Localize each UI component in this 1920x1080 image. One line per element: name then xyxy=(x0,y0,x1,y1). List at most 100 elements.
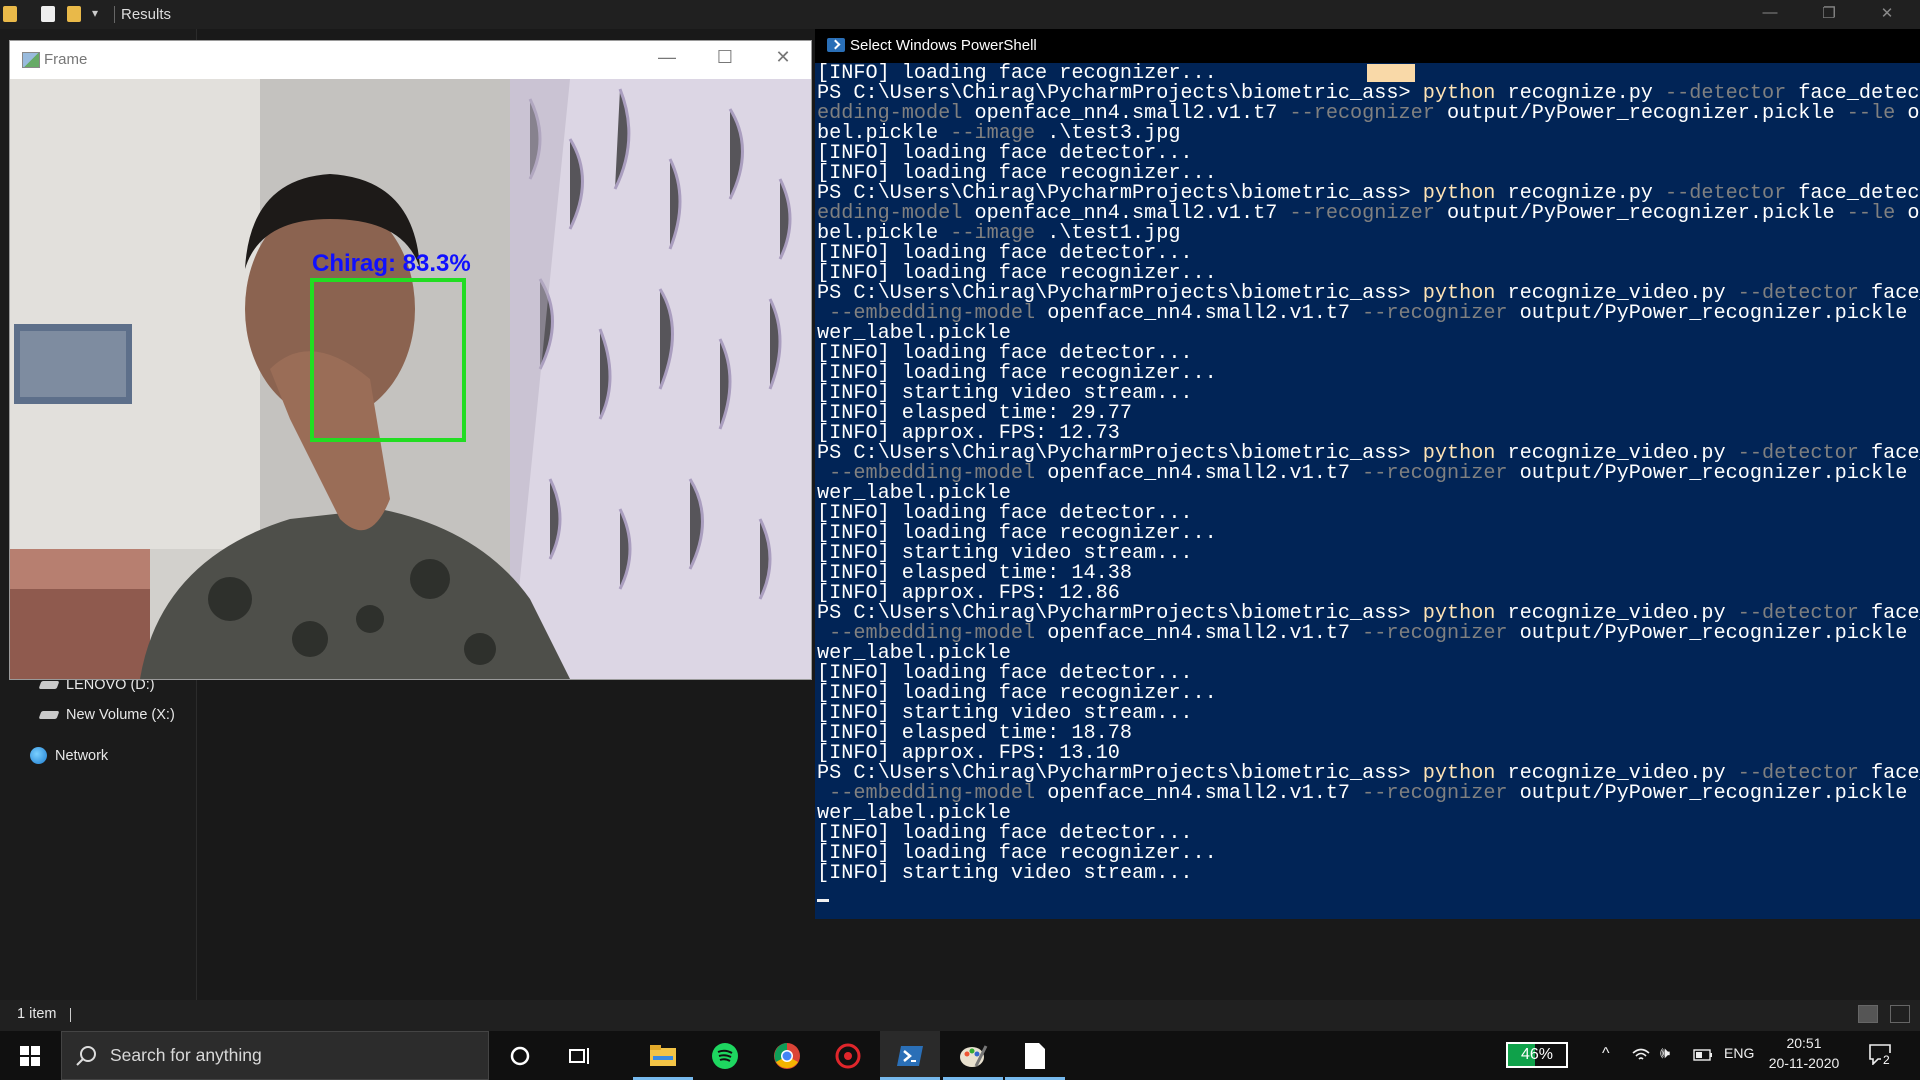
taskbar-powershell[interactable] xyxy=(880,1031,940,1080)
document-icon xyxy=(1025,1042,1045,1069)
console-line: [INFO] starting video stream... xyxy=(817,383,1920,404)
frame-app-icon xyxy=(22,52,40,68)
console-line: [INFO] loading face detector... xyxy=(817,143,1920,164)
console-line: [INFO] loading face detector... xyxy=(817,663,1920,684)
powershell-icon xyxy=(827,38,845,52)
console-line: PS C:\Users\Chirag\PycharmProjects\biome… xyxy=(817,83,1920,104)
explorer-title: Results xyxy=(121,6,172,23)
console-text-segment: openface_nn4.small2.v1.t7 xyxy=(1047,462,1363,485)
console-text-segment: output/PyPower_recognizer.pickle xyxy=(1446,202,1847,225)
powershell-window[interactable]: Select Windows PowerShell [INFO] loading… xyxy=(815,29,1920,919)
start-button[interactable] xyxy=(0,1031,60,1080)
cortana-icon xyxy=(510,1046,530,1065)
console-line: [INFO] elasped time: 18.78 xyxy=(817,723,1920,744)
taskbar-file-explorer[interactable] xyxy=(633,1031,693,1080)
console-text-segment: output/PyPower_recognizer.pickle xyxy=(1519,302,1920,325)
taskbar-notepad[interactable] xyxy=(1005,1031,1065,1080)
new-folder-icon[interactable] xyxy=(67,6,81,22)
console-line: wer_label.pickle xyxy=(817,323,1920,344)
console-line: [INFO] loading face detector... xyxy=(817,823,1920,844)
task-view-button[interactable] xyxy=(550,1031,610,1080)
properties-icon[interactable] xyxy=(41,6,55,22)
console-line: PS C:\Users\Chirag\PycharmProjects\biome… xyxy=(817,603,1920,624)
console-line: PS C:\Users\Chirag\PycharmProjects\biome… xyxy=(817,763,1920,784)
webcam-frame: Chirag: 83.3% xyxy=(10,79,811,679)
frame-titlebar[interactable]: Frame — ☐ ✕ xyxy=(10,41,811,79)
console-text-segment: --recognizer xyxy=(1362,782,1520,805)
language-indicator[interactable]: ENG xyxy=(1724,1045,1754,1061)
console-line: [INFO] approx. FPS: 12.73 xyxy=(817,423,1920,444)
console-line: [INFO] loading face recognizer... xyxy=(817,523,1920,544)
console-line: wer_label.pickle xyxy=(817,643,1920,664)
console-text-segment: --le xyxy=(1846,102,1908,125)
console-text-segment: --le xyxy=(1846,202,1908,225)
close-icon[interactable]: ✕ xyxy=(761,47,805,68)
console-text-segment: output/PyPower_recognizer.pickle xyxy=(1519,462,1920,485)
console-text-segment: --recognizer xyxy=(1362,302,1520,325)
console-line: bel.pickle --image .\test1.jpg xyxy=(817,223,1920,244)
console-cursor xyxy=(817,899,829,902)
cortana-button[interactable] xyxy=(490,1031,550,1080)
nav-item-label: New Volume (X:) xyxy=(66,707,175,723)
quick-access-dropdown-icon[interactable]: ▾ xyxy=(92,6,98,20)
console-line: [INFO] loading face recognizer... xyxy=(817,163,1920,184)
nav-item-new-volume-drive[interactable]: New Volume (X:) xyxy=(38,707,175,723)
console-line: [INFO] loading face detector... xyxy=(817,243,1920,264)
details-view-icon[interactable] xyxy=(1858,1005,1878,1023)
console-text-segment: --recognizer xyxy=(1289,102,1447,125)
maximize-icon[interactable]: ☐ xyxy=(703,47,747,68)
close-icon[interactable]: ✕ xyxy=(1872,4,1902,22)
console-text-segment: output/PyPower_recognizer.pickle xyxy=(1519,782,1920,805)
console-line: bel.pickle --image .\test3.jpg xyxy=(817,123,1920,144)
clock[interactable]: 20:51 20-11-2020 xyxy=(1764,1035,1844,1071)
frame-window[interactable]: Frame — ☐ ✕ Chirag: 83.3% xyxy=(9,40,812,680)
console-text-segment: [INFO] starting video stream... xyxy=(817,862,1193,885)
powershell-title: Select Windows PowerShell xyxy=(850,37,1037,54)
nav-item-label: Network xyxy=(55,747,109,764)
file-explorer-icon xyxy=(650,1044,676,1066)
title-divider xyxy=(114,6,115,23)
action-center-button[interactable]: 2 xyxy=(1866,1041,1896,1071)
large-icons-view-icon[interactable] xyxy=(1890,1005,1910,1023)
console-text-segment: output/PyPower_recognizer.pickle xyxy=(1446,102,1847,125)
minimize-icon[interactable]: — xyxy=(645,47,689,68)
console-line: [INFO] loading face detector... xyxy=(817,503,1920,524)
console-line: [INFO] loading face detector... xyxy=(817,343,1920,364)
search-icon xyxy=(76,1046,96,1066)
minimize-icon[interactable]: — xyxy=(1755,4,1785,21)
webcam-image: Chirag: 83.3% xyxy=(10,79,811,679)
console-line: [INFO] loading face recognizer... xyxy=(817,683,1920,704)
status-divider xyxy=(70,1008,71,1022)
console-line: PS C:\Users\Chirag\PycharmProjects\biome… xyxy=(817,183,1920,204)
console-line: [INFO] loading face recognizer... xyxy=(817,843,1920,864)
powershell-console-output[interactable]: [INFO] loading face recognizer... PS C:\U… xyxy=(817,63,1920,885)
notification-count: 2 xyxy=(1881,1053,1892,1067)
folder-icon[interactable] xyxy=(3,6,17,22)
console-line: [INFO] starting video stream... xyxy=(817,543,1920,564)
drive-icon xyxy=(38,681,60,689)
clock-time: 20:51 xyxy=(1786,1035,1822,1051)
windows-icon xyxy=(20,1045,40,1066)
taskbar-chrome[interactable] xyxy=(757,1031,817,1080)
wifi-icon[interactable] xyxy=(1632,1047,1650,1063)
show-hidden-icons-icon[interactable]: ^ xyxy=(1602,1045,1610,1063)
console-text-segment: ou xyxy=(1907,102,1920,125)
console-line: --embedding-model openface_nn4.small2.v1… xyxy=(817,782,1920,805)
network-icon xyxy=(30,747,47,764)
taskbar-paint[interactable] xyxy=(943,1031,1003,1080)
console-line: --embedding-model openface_nn4.small2.v1… xyxy=(817,623,1920,644)
clock-date: 20-11-2020 xyxy=(1768,1055,1840,1071)
battery-indicator[interactable]: 46% xyxy=(1506,1042,1568,1068)
text-selection-highlight xyxy=(1367,64,1415,82)
powershell-titlebar[interactable]: Select Windows PowerShell xyxy=(815,29,1920,63)
nav-item-network[interactable]: Network xyxy=(30,747,108,764)
antivirus-icon xyxy=(835,1043,861,1068)
console-text-segment: --recognizer xyxy=(1362,462,1520,485)
console-line: --embedding-model openface_nn4.small2.v1… xyxy=(817,462,1920,485)
taskbar-app-red[interactable] xyxy=(818,1031,878,1080)
volume-icon[interactable]: 🕪 xyxy=(1660,1045,1670,1063)
restore-icon[interactable]: ❐ xyxy=(1814,4,1844,22)
battery-icon[interactable] xyxy=(1693,1049,1713,1061)
taskbar-search-box[interactable]: Search for anything xyxy=(61,1031,489,1080)
taskbar-spotify[interactable] xyxy=(695,1031,755,1080)
